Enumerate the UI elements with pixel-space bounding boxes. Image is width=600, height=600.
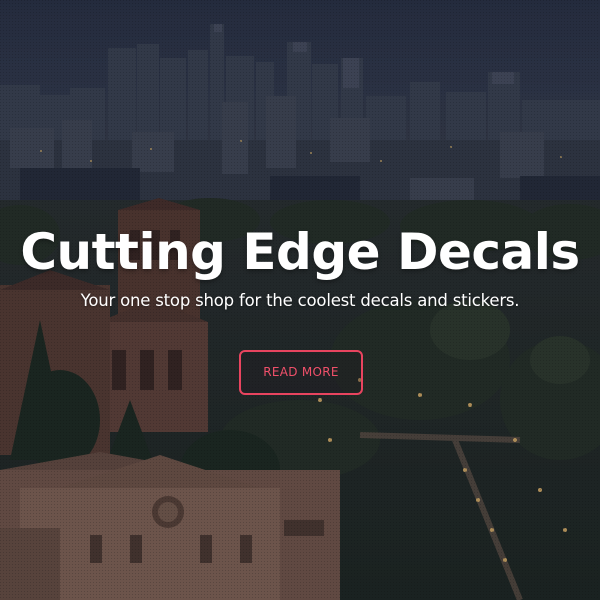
read-more-button[interactable]: READ MORE [239,350,363,395]
hero-title: Cutting Edge Decals [20,223,580,281]
hero-subtitle: Your one stop shop for the coolest decal… [80,291,520,310]
hero-section: Cutting Edge Decals Your one stop shop f… [0,0,600,600]
hero-content: Cutting Edge Decals Your one stop shop f… [0,0,600,600]
